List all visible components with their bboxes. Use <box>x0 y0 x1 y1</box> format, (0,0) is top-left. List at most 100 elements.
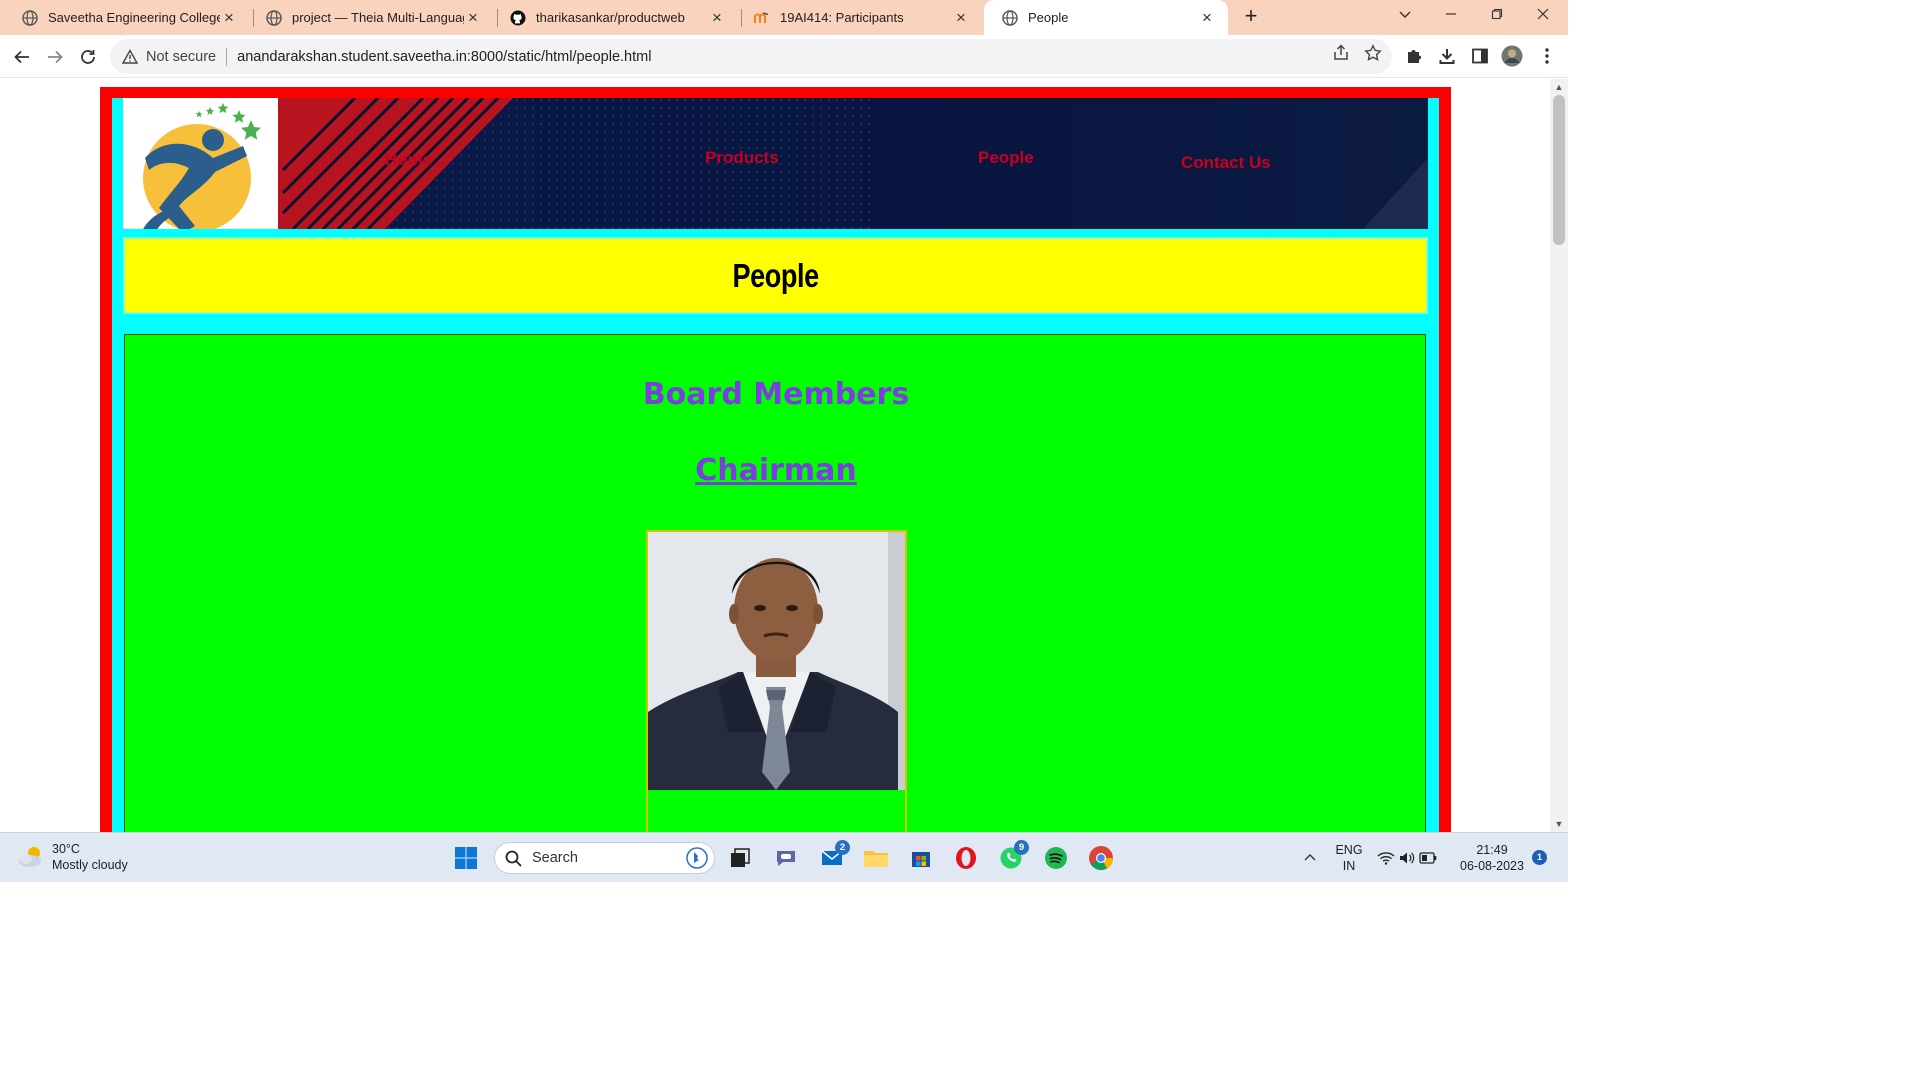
site-logo[interactable] <box>123 98 278 229</box>
url-text[interactable]: anandarakshan.student.saveetha.in:8000/s… <box>237 49 651 65</box>
close-icon[interactable]: × <box>708 8 726 27</box>
globe-icon <box>1002 9 1018 26</box>
windows-taskbar: 30°C Mostly cloudy Search 2 9 ENG IN 21:… <box>0 832 1568 882</box>
file-explorer-app[interactable] <box>862 844 890 872</box>
more-vertical-icon <box>1545 48 1549 64</box>
chairman-photo <box>648 532 905 790</box>
person-portrait <box>648 532 905 790</box>
task-view-icon <box>731 848 750 867</box>
search-icon <box>505 850 522 867</box>
share-button[interactable] <box>1331 43 1351 63</box>
chrome-icon <box>1089 846 1113 871</box>
bookmark-button[interactable] <box>1363 43 1383 63</box>
page-scrollbar[interactable]: ▲ ▼ <box>1550 79 1568 832</box>
cloud-sun-icon <box>19 847 41 867</box>
chairman-heading[interactable]: Chairman <box>125 453 1427 488</box>
close-icon[interactable]: × <box>464 8 482 27</box>
page-title-bar: People <box>123 237 1428 314</box>
address-bar[interactable]: Not secure anandarakshan.student.saveeth… <box>110 39 1392 74</box>
profile-avatar[interactable] <box>1500 44 1524 68</box>
chevron-up-icon <box>1304 854 1316 861</box>
tab-moodle-participants[interactable]: 19AI414: Participants × <box>736 0 982 35</box>
mail-app[interactable]: 2 <box>818 840 850 872</box>
moodle-icon <box>754 10 770 26</box>
close-icon <box>1537 8 1549 20</box>
reload-button[interactable] <box>76 45 100 69</box>
forward-button[interactable] <box>43 45 67 69</box>
minimize-icon <box>1446 13 1456 15</box>
chrome-app[interactable] <box>1087 844 1115 872</box>
warning-icon <box>122 48 138 64</box>
weather-widget[interactable]: 30°C Mostly cloudy <box>16 841 128 873</box>
new-tab-button[interactable]: + <box>1240 5 1262 28</box>
opera-icon <box>956 847 976 869</box>
browser-toolbar: Not secure anandarakshan.student.saveeth… <box>0 35 1568 78</box>
tray-overflow-button[interactable] <box>1296 844 1324 872</box>
windows-icon <box>455 847 477 869</box>
extensions-button[interactable] <box>1404 46 1424 66</box>
reload-icon <box>81 50 95 64</box>
scroll-down-icon[interactable]: ▼ <box>1554 819 1564 829</box>
close-icon[interactable]: × <box>220 8 238 27</box>
language-indicator[interactable]: ENG IN <box>1333 842 1365 874</box>
security-status[interactable]: Not secure <box>146 49 216 65</box>
scroll-up-icon[interactable]: ▲ <box>1554 82 1564 92</box>
star-icon <box>1364 44 1382 61</box>
whatsapp-badge: 9 <box>1014 840 1029 855</box>
lang-top: ENG <box>1335 843 1363 857</box>
taskbar-search[interactable]: Search <box>494 842 715 874</box>
minimize-button[interactable] <box>1438 4 1464 28</box>
notification-badge[interactable]: 1 <box>1532 850 1547 865</box>
puzzle-icon <box>1408 50 1421 63</box>
back-arrow-icon <box>14 50 29 64</box>
page-title: People <box>732 256 819 294</box>
whatsapp-app[interactable]: 9 <box>997 840 1029 872</box>
tab-github[interactable]: tharikasankar/productweb × <box>492 0 738 35</box>
forward-arrow-icon <box>48 50 63 64</box>
teams-chat-icon <box>777 851 795 866</box>
nav-people-link[interactable]: People <box>978 148 1034 168</box>
scrollbar-thumb[interactable] <box>1553 95 1565 245</box>
wifi-icon <box>1377 852 1395 865</box>
clock[interactable]: 21:49 06-08-2023 <box>1456 842 1528 874</box>
close-icon[interactable]: × <box>952 8 970 27</box>
globe-icon <box>22 9 38 26</box>
nav-home-link[interactable]: Home <box>385 150 432 170</box>
downloads-button[interactable] <box>1437 46 1457 66</box>
start-button[interactable] <box>452 844 480 872</box>
clock-date: 06-08-2023 <box>1460 859 1524 873</box>
restore-button[interactable] <box>1484 4 1510 28</box>
tab-strip: Saveetha Engineering College × project —… <box>0 0 1568 35</box>
tab-saveetha[interactable]: Saveetha Engineering College × <box>4 0 250 35</box>
mail-badge: 2 <box>835 840 850 855</box>
tab-people[interactable]: People × <box>984 0 1228 35</box>
opera-app[interactable] <box>952 844 980 872</box>
tab-theia-project[interactable]: project — Theia Multi-Language × <box>248 0 494 35</box>
task-view-button[interactable] <box>726 844 754 872</box>
nav-products-link[interactable]: Products <box>705 148 779 168</box>
search-label: Search <box>532 850 578 866</box>
store-app[interactable] <box>907 844 935 872</box>
runner-logo-icon <box>143 103 261 229</box>
spotify-app[interactable] <box>1042 844 1070 872</box>
avatar-icon <box>1501 45 1523 67</box>
restore-icon <box>1491 8 1503 20</box>
menu-button[interactable] <box>1537 46 1557 66</box>
nav-contact-link[interactable]: Contact Us <box>1181 153 1271 173</box>
weather-desc: Mostly cloudy <box>52 858 128 872</box>
teams-app[interactable] <box>772 844 800 872</box>
side-panel-icon <box>1472 48 1488 64</box>
tab-title: Saveetha Engineering College <box>48 10 220 25</box>
chevron-down-icon <box>1399 11 1411 18</box>
weather-temp: 30°C <box>52 842 80 856</box>
github-icon <box>510 10 526 26</box>
side-panel-button[interactable] <box>1470 46 1490 66</box>
content-section: Board Members Chairman <box>124 334 1426 832</box>
tab-search-button[interactable] <box>1392 4 1418 28</box>
system-tray-status[interactable] <box>1374 844 1440 872</box>
back-button[interactable] <box>10 45 34 69</box>
bing-icon <box>686 847 708 869</box>
folder-icon <box>864 851 888 867</box>
close-icon[interactable]: × <box>1198 8 1216 27</box>
close-window-button[interactable] <box>1530 4 1556 28</box>
